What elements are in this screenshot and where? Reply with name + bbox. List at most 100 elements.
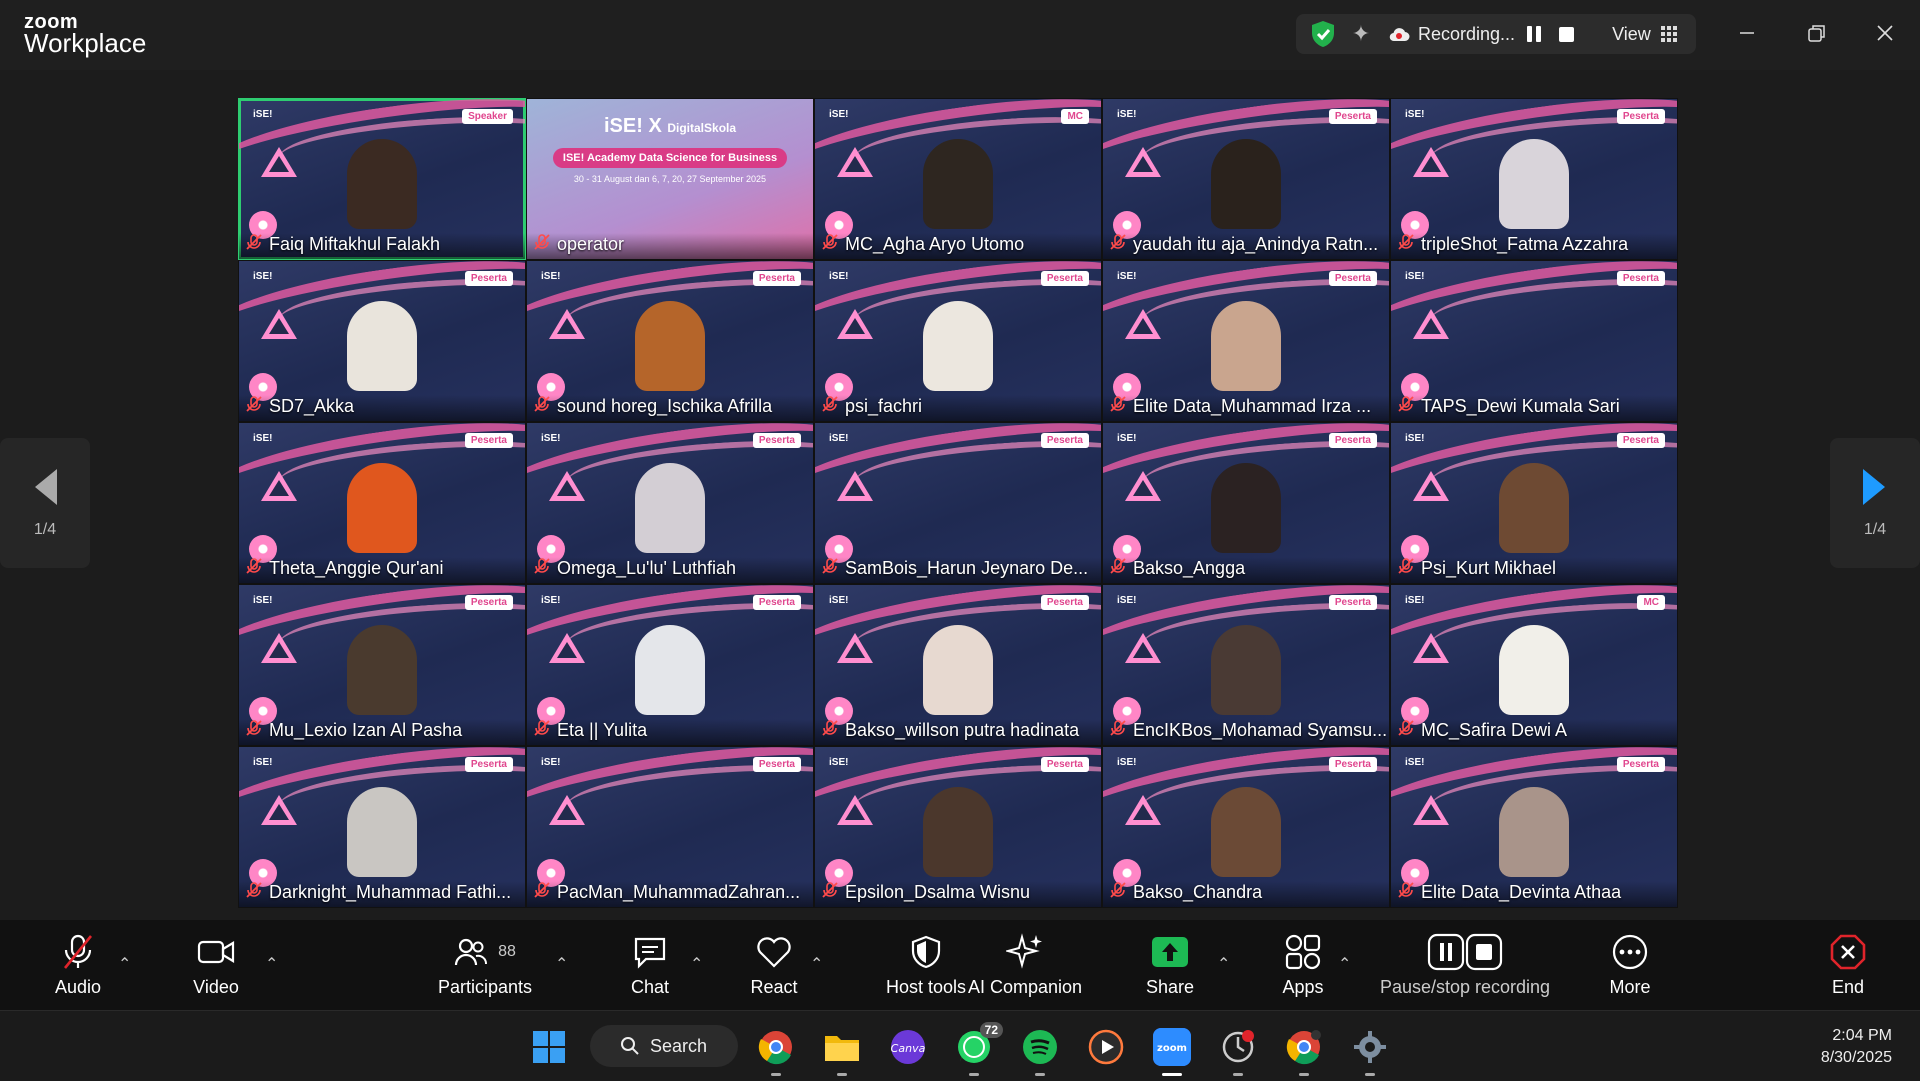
participant-tile[interactable]: iSE! Peserta Darknight_Muhammad Fathi... (238, 746, 526, 908)
participant-tile[interactable]: iSE! Peserta EncIKBos_Mohamad Syamsu... (1102, 584, 1390, 746)
triangle-logo-icon (837, 471, 873, 501)
minimize-button[interactable] (1732, 18, 1762, 48)
mic-muted-icon (245, 233, 263, 256)
settings-gear-icon[interactable] (1351, 1028, 1389, 1076)
apps-button[interactable]: Apps (1273, 920, 1333, 1010)
audio-options-caret[interactable]: ⌃ (118, 954, 131, 974)
participant-tile[interactable]: iSE! Peserta SD7_Akka (238, 260, 526, 422)
participant-tile[interactable]: iSE! Peserta Bakso_willson putra hadinata (814, 584, 1102, 746)
mic-muted-icon (821, 395, 839, 418)
recording-indicator[interactable]: Recording... (1388, 24, 1515, 45)
end-label: End (1831, 976, 1865, 997)
system-clock[interactable]: 2:04 PM 8/30/2025 (1821, 1025, 1892, 1069)
participant-video (1499, 787, 1569, 877)
participant-tile[interactable]: iSE! Peserta yaudah itu aja_Anindya Ratn..… (1102, 98, 1390, 260)
audio-button[interactable]: Audio (48, 920, 108, 1010)
zoom-app-icon[interactable]: zoom (1153, 1028, 1191, 1076)
stop-recording-button[interactable] (1559, 26, 1575, 42)
meeting-toolbar: Audio ⌃ Video ⌃ 88 Participants ⌃ Chat ⌃… (0, 920, 1920, 1010)
react-button[interactable]: React (744, 920, 804, 1010)
participant-name: Elite Data_Devinta Athaa (1421, 882, 1622, 902)
participants-button[interactable]: 88 Participants (430, 920, 540, 1010)
participant-tile[interactable]: iSE! Speaker Faiq Miftakhul Falakh (238, 98, 526, 260)
share-button[interactable]: Share (1140, 920, 1200, 1010)
windows-start-icon[interactable] (530, 1028, 568, 1066)
ai-sparkle-icon[interactable]: ✦ (1348, 21, 1374, 47)
video-button[interactable]: Video (186, 920, 246, 1010)
participant-tile[interactable]: iSE! Peserta SamBois_Harun Jeynaro De... (814, 422, 1102, 584)
ise-badge: iSE! (541, 595, 561, 606)
participant-tile[interactable]: iSE! Peserta Psi_Kurt Mikhael (1390, 422, 1678, 584)
participant-tile[interactable]: iSE! Peserta Omega_Lu'lu' Luthfiah (526, 422, 814, 584)
role-tag: Peserta (1040, 433, 1089, 448)
spotify-icon[interactable] (1021, 1028, 1059, 1076)
participants-label: Participants (437, 976, 533, 997)
participant-tile[interactable]: iSE! Peserta tripleShot_Fatma Azzahra (1390, 98, 1678, 260)
course-dates: 30 - 31 August dan 6, 7, 20, 27 Septembe… (573, 174, 767, 184)
participant-name: Darknight_Muhammad Fathi... (269, 882, 512, 902)
participant-tile[interactable]: iSE! Peserta Eta || Yulita (526, 584, 814, 746)
file-explorer-icon[interactable] (823, 1028, 861, 1076)
participant-tile[interactable]: iSE! X DigitalSkola ISE! Academy Data Sci… (526, 98, 814, 260)
triangle-logo-icon (261, 471, 297, 501)
security-shield-icon[interactable] (1308, 19, 1338, 49)
participant-tile[interactable]: iSE! Peserta psi_fachri (814, 260, 1102, 422)
apps-options-caret[interactable]: ⌃ (1338, 954, 1351, 974)
restore-button[interactable] (1802, 18, 1832, 48)
participant-tile[interactable]: iSE! Peserta sound horeg_Ischika Afrilla (526, 260, 814, 422)
participant-name-row: Epsilon_Dsalma Wisnu (821, 881, 1030, 904)
participant-tile[interactable]: iSE! Peserta Theta_Anggie Qur'ani (238, 422, 526, 584)
participant-tile[interactable]: iSE! Peserta PacMan_MuhammadZahran... (526, 746, 814, 908)
participant-tile[interactable]: iSE! MC MC_Agha Aryo Utomo (814, 98, 1102, 260)
whatsapp-icon[interactable]: 72 (955, 1022, 1003, 1076)
participant-video (347, 625, 417, 715)
ai-companion-button[interactable]: AI Companion (965, 920, 1085, 1010)
participant-name: tripleShot_Fatma Azzahra (1421, 234, 1629, 254)
host-tools-button[interactable]: Host tools (876, 920, 976, 1010)
chat-options-caret[interactable]: ⌃ (690, 954, 703, 974)
pause-stop-recording-button[interactable]: Pause/stop recording (1375, 920, 1555, 1010)
notification-app-icon[interactable] (1219, 1028, 1257, 1076)
page-indicator-left: 1/4 (33, 521, 57, 538)
canva-icon[interactable]: Canva (889, 1028, 927, 1066)
participant-video (347, 787, 417, 877)
pause-recording-button[interactable] (1527, 26, 1543, 42)
chrome-profile-icon[interactable] (1285, 1028, 1323, 1076)
participant-tile[interactable]: iSE! MC MC_Safira Dewi A (1390, 584, 1678, 746)
ise-badge: iSE! (829, 757, 849, 768)
chrome-icon[interactable] (757, 1028, 795, 1076)
triangle-logo-icon (1413, 471, 1449, 501)
media-player-icon[interactable] (1087, 1028, 1125, 1066)
participant-tile[interactable]: iSE! Peserta Elite Data_Muhammad Irza ... (1102, 260, 1390, 422)
participant-tile[interactable]: iSE! Peserta Bakso_Chandra (1102, 746, 1390, 908)
participants-count: 88 (498, 942, 516, 960)
participant-video (1211, 463, 1281, 553)
participant-name-row: Elite Data_Devinta Athaa (1397, 881, 1621, 904)
video-options-caret[interactable]: ⌃ (265, 954, 278, 974)
participant-tile[interactable]: iSE! Peserta Bakso_Angga (1102, 422, 1390, 584)
chat-button[interactable]: Chat (620, 920, 680, 1010)
participants-options-caret[interactable]: ⌃ (555, 954, 568, 974)
participant-tile[interactable]: iSE! Peserta TAPS_Dewi Kumala Sari (1390, 260, 1678, 422)
participant-tile[interactable]: iSE! Peserta Elite Data_Devinta Athaa (1390, 746, 1678, 908)
end-meeting-button[interactable]: End (1818, 920, 1878, 1010)
share-options-caret[interactable]: ⌃ (1217, 954, 1230, 974)
participant-video (1499, 139, 1569, 229)
more-button[interactable]: More (1600, 920, 1660, 1010)
search-label: Search (650, 1035, 708, 1056)
ise-badge: iSE! (1405, 109, 1425, 120)
previous-page-button[interactable]: 1/4 (0, 438, 90, 568)
participant-tile[interactable]: iSE! Peserta Mu_Lexio Izan Al Pasha (238, 584, 526, 746)
close-button[interactable] (1870, 18, 1900, 48)
participant-tile[interactable]: iSE! Peserta Epsilon_Dsalma Wisnu (814, 746, 1102, 908)
react-options-caret[interactable]: ⌃ (810, 954, 823, 974)
taskbar-search[interactable]: Search (590, 1025, 738, 1067)
participant-name-row: Eta || Yulita (533, 719, 647, 742)
view-menu-button[interactable]: View (1612, 24, 1677, 45)
triangle-logo-icon (837, 795, 873, 825)
mic-muted-icon (60, 933, 96, 971)
participant-name: PacMan_MuhammadZahran... (557, 882, 801, 902)
role-tag: Peserta (464, 271, 513, 286)
next-page-button[interactable]: 1/4 (1830, 438, 1920, 568)
participant-video (923, 787, 993, 877)
